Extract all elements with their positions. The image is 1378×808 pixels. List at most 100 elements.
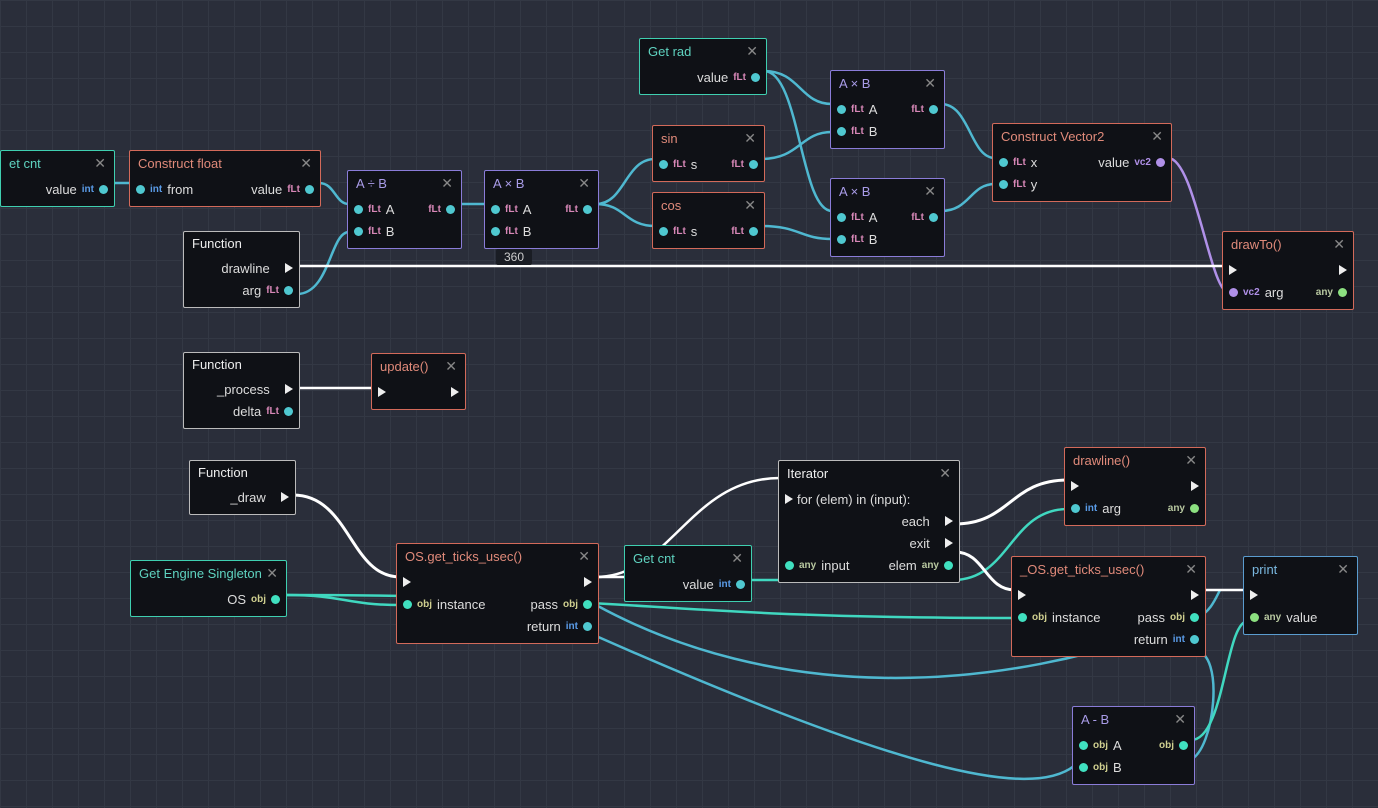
node-construct-float[interactable]: Construct float✕ intfrom valuefLt (129, 150, 321, 207)
node-a-mul-b-3[interactable]: A × B✕ fLtAfLt fLtB (830, 178, 945, 257)
port-dot[interactable] (929, 105, 938, 114)
node-a-mul-b-1[interactable]: A × B✕ fLtAfLt fLtB (484, 170, 599, 249)
node-get-rad[interactable]: Get rad✕ valuefLt (639, 38, 767, 95)
close-icon[interactable]: ✕ (578, 548, 590, 565)
close-icon[interactable]: ✕ (1185, 561, 1197, 578)
port-dot[interactable] (491, 205, 500, 214)
node-construct-vec2[interactable]: Construct Vector2✕ fLtxvaluevc2 fLty (992, 123, 1172, 202)
node-a-div-b[interactable]: A ÷ B✕ fLtAfLt fLtB (347, 170, 462, 249)
port-dot[interactable] (944, 561, 953, 570)
exec-in-icon[interactable] (378, 387, 386, 397)
exec-out-icon[interactable] (281, 492, 289, 502)
port-dot[interactable] (1071, 504, 1080, 513)
exec-out-icon[interactable] (945, 516, 953, 526)
port-dot[interactable] (1229, 288, 1238, 297)
port-dot[interactable] (749, 160, 758, 169)
exec-in-icon[interactable] (1250, 590, 1258, 600)
port-dot[interactable] (1338, 288, 1347, 297)
exec-out-icon[interactable] (1339, 265, 1347, 275)
port-dot[interactable] (837, 213, 846, 222)
close-icon[interactable]: ✕ (746, 43, 758, 60)
exec-out-icon[interactable] (945, 538, 953, 548)
port-dot[interactable] (403, 600, 412, 609)
port-dot[interactable] (1250, 613, 1259, 622)
port-dot[interactable] (837, 235, 846, 244)
port-dot[interactable] (659, 227, 668, 236)
port-dot[interactable] (354, 205, 363, 214)
node-cos[interactable]: cos✕ fLtsfLt (652, 192, 765, 249)
close-icon[interactable]: ✕ (731, 550, 743, 567)
port-dot[interactable] (1179, 741, 1188, 750)
port-dot[interactable] (749, 227, 758, 236)
port-dot[interactable] (999, 180, 1008, 189)
close-icon[interactable]: ✕ (744, 197, 756, 214)
node-sin[interactable]: sin✕ fLtsfLt (652, 125, 765, 182)
port-dot[interactable] (583, 600, 592, 609)
node-update[interactable]: update()✕ (371, 353, 466, 410)
close-icon[interactable]: ✕ (1185, 452, 1197, 469)
port-dot[interactable] (1079, 741, 1088, 750)
port-dot[interactable] (99, 185, 108, 194)
port-dot[interactable] (1190, 635, 1199, 644)
close-icon[interactable]: ✕ (94, 155, 106, 172)
port-dot[interactable] (284, 286, 293, 295)
node-drawto[interactable]: drawTo()✕ vc2argany (1222, 231, 1354, 310)
node-get-ticks-2[interactable]: _OS.get_ticks_usec()✕ objinstancepassobj… (1011, 556, 1206, 657)
port-dot[interactable] (305, 185, 314, 194)
exec-in-icon[interactable] (403, 577, 411, 587)
node-fn-draw[interactable]: Function _draw (189, 460, 296, 515)
exec-out-icon[interactable] (584, 577, 592, 587)
close-icon[interactable]: ✕ (924, 183, 936, 200)
port-dot[interactable] (1190, 504, 1199, 513)
port-dot[interactable] (785, 561, 794, 570)
close-icon[interactable]: ✕ (1174, 711, 1186, 728)
node-drawline-call[interactable]: drawline()✕ intargany (1064, 447, 1206, 526)
port-dot[interactable] (583, 622, 592, 631)
exec-out-icon[interactable] (285, 263, 293, 273)
port-dot[interactable] (284, 407, 293, 416)
node-print[interactable]: print✕ anyvalue (1243, 556, 1358, 635)
node-get-cnt-1[interactable]: et cnt✕ valueint (0, 150, 115, 207)
port-dot[interactable] (271, 595, 280, 604)
port-dot[interactable] (837, 127, 846, 136)
port-dot[interactable] (751, 73, 760, 82)
port-dot[interactable] (1190, 613, 1199, 622)
exec-out-icon[interactable] (285, 384, 293, 394)
exec-out-icon[interactable] (451, 387, 459, 397)
node-get-cnt-2[interactable]: Get cnt✕ valueint (624, 545, 752, 602)
close-icon[interactable]: ✕ (445, 358, 457, 375)
exec-in-icon[interactable] (785, 494, 793, 504)
node-fn-process[interactable]: Function _process deltafLt (183, 352, 300, 429)
node-iterator[interactable]: Iterator✕ for (elem) in (input): each ex… (778, 460, 960, 583)
exec-in-icon[interactable] (1071, 481, 1079, 491)
port-dot[interactable] (354, 227, 363, 236)
constant-360[interactable]: 360 (496, 249, 532, 265)
port-dot[interactable] (736, 580, 745, 589)
close-icon[interactable]: ✕ (266, 565, 278, 582)
close-icon[interactable]: ✕ (300, 155, 312, 172)
port-dot[interactable] (446, 205, 455, 214)
port-dot[interactable] (491, 227, 500, 236)
port-dot[interactable] (837, 105, 846, 114)
close-icon[interactable]: ✕ (578, 175, 590, 192)
exec-in-icon[interactable] (1229, 265, 1237, 275)
node-a-minus-b[interactable]: A - B✕ objAobj objB (1072, 706, 1195, 785)
node-a-mul-b-2[interactable]: A × B✕ fLtAfLt fLtB (830, 70, 945, 149)
close-icon[interactable]: ✕ (939, 465, 951, 482)
port-dot[interactable] (1018, 613, 1027, 622)
port-dot[interactable] (583, 205, 592, 214)
exec-out-icon[interactable] (1191, 481, 1199, 491)
port-dot[interactable] (999, 158, 1008, 167)
node-fn-drawline[interactable]: Function drawline argfLt (183, 231, 300, 308)
node-engine-singleton[interactable]: Get Engine Singleton✕ OSobj (130, 560, 287, 617)
port-dot[interactable] (1156, 158, 1165, 167)
close-icon[interactable]: ✕ (924, 75, 936, 92)
exec-in-icon[interactable] (1018, 590, 1026, 600)
close-icon[interactable]: ✕ (1151, 128, 1163, 145)
node-get-ticks-1[interactable]: OS.get_ticks_usec()✕ objinstancepassobj … (396, 543, 599, 644)
port-dot[interactable] (659, 160, 668, 169)
close-icon[interactable]: ✕ (441, 175, 453, 192)
port-dot[interactable] (136, 185, 145, 194)
close-icon[interactable]: ✕ (1337, 561, 1349, 578)
port-dot[interactable] (1079, 763, 1088, 772)
